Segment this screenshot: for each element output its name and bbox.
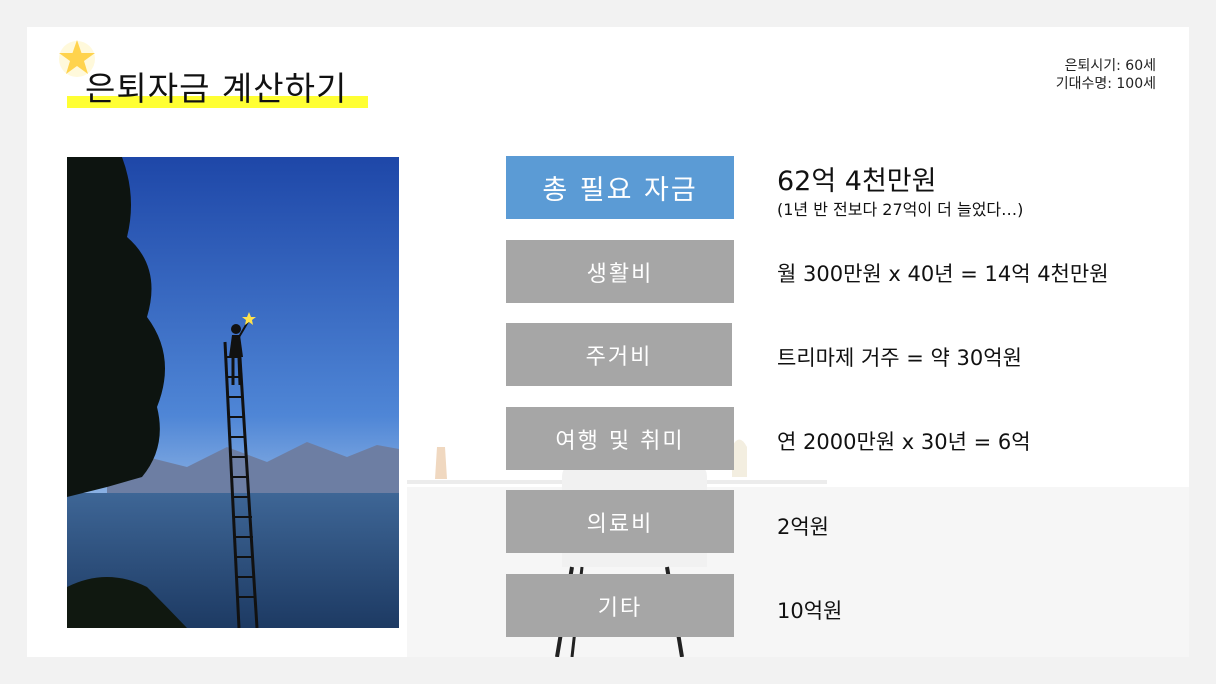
slide-title: 은퇴자금 계산하기 <box>85 69 348 108</box>
housing-cost-value: 트리마제 거주 = 약 30억원 <box>777 346 1022 370</box>
slide: 은퇴자금 계산하기 은퇴시기: 60세 기대수명: 100세 총 필요 자금 생… <box>27 27 1189 657</box>
category-medical-box: 의료비 <box>506 490 734 553</box>
category-housing-box: 주거비 <box>506 323 732 386</box>
medical-cost-value: 2억원 <box>777 515 830 539</box>
category-other-box: 기타 <box>506 574 734 637</box>
total-label-box: 총 필요 자금 <box>506 156 734 219</box>
category-living-box: 생활비 <box>506 240 734 303</box>
category-travel-box: 여행 및 취미 <box>506 407 734 470</box>
retirement-age: 은퇴시기: 60세 <box>1064 58 1156 74</box>
ladder-photo <box>67 157 399 628</box>
travel-cost-value: 연 2000만원 x 30년 = 6억 <box>777 430 1031 454</box>
other-cost-value: 10억원 <box>777 599 843 623</box>
total-note: (1년 반 전보다 27억이 더 늘었다…) <box>777 200 1024 219</box>
life-expectancy: 기대수명: 100세 <box>1055 76 1156 92</box>
total-value: 62억 4천만원 <box>777 166 937 197</box>
retirement-info: 은퇴시기: 60세 기대수명: 100세 <box>1056 57 1156 93</box>
living-cost-value: 월 300만원 x 40년 = 14억 4천만원 <box>777 262 1109 286</box>
